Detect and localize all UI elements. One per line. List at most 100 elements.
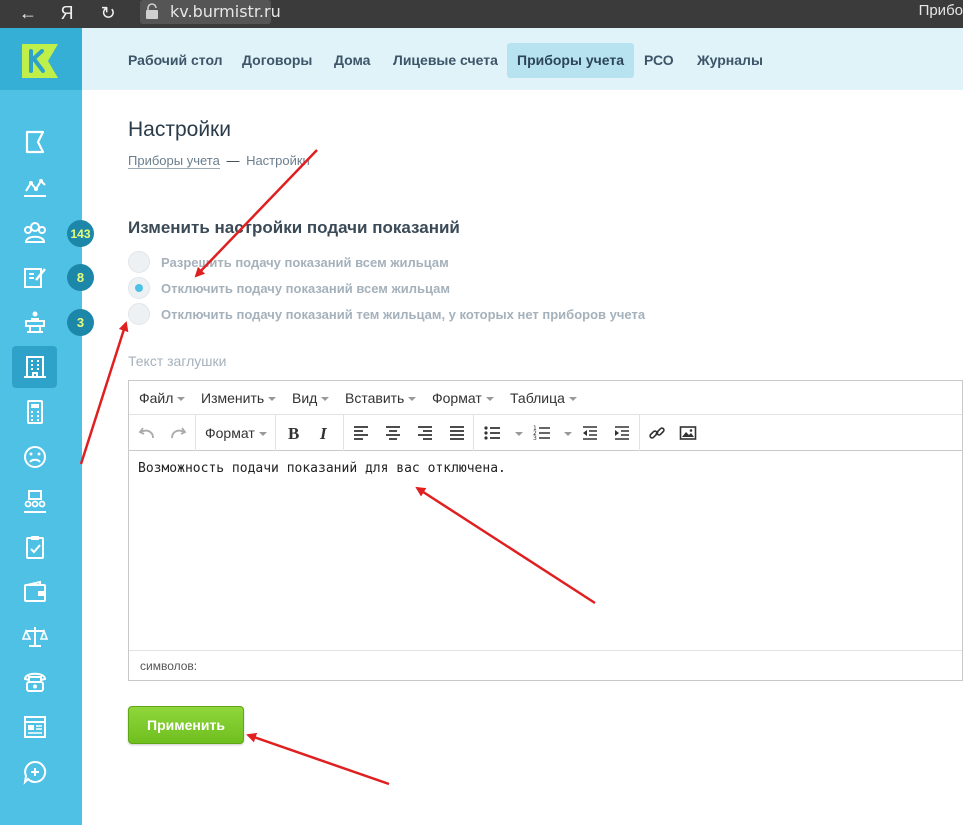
- sidebar-item-site[interactable]: [12, 706, 57, 748]
- sidebar-item-meters[interactable]: [12, 346, 57, 388]
- tab-title: Прибо: [918, 2, 963, 19]
- toolbar-separator: [343, 415, 344, 451]
- menu-insert[interactable]: Вставить: [345, 390, 417, 406]
- sidebar-item-legal[interactable]: [12, 616, 57, 658]
- chart-icon: [23, 179, 46, 197]
- editor-menubar: Файл Изменить Вид Вставить Формат Таблиц…: [129, 381, 962, 415]
- menu-format[interactable]: Формат: [432, 390, 494, 406]
- menu-view[interactable]: Вид: [292, 390, 330, 406]
- sidebar-item-analytics[interactable]: [12, 166, 57, 208]
- podium-icon: [24, 311, 45, 333]
- chevron-down-icon[interactable]: [515, 432, 523, 436]
- menu-file[interactable]: Файл: [139, 390, 186, 406]
- chevron-down-icon: [268, 397, 277, 402]
- format-dropdown[interactable]: Формат: [205, 425, 267, 441]
- reload-icon[interactable]: ↻: [94, 0, 122, 28]
- nav-contracts[interactable]: Договоры: [232, 43, 322, 78]
- numbered-list-icon: 123: [533, 425, 550, 442]
- numbered-list-button[interactable]: 123: [530, 421, 554, 445]
- settings-section-title: Изменить настройки подачи показаний: [128, 218, 460, 237]
- indent-icon: [615, 426, 629, 440]
- building-icon: [23, 356, 46, 378]
- svg-text:I: I: [319, 424, 328, 442]
- yandex-logo-icon[interactable]: Я: [53, 0, 81, 28]
- breadcrumb-separator: —: [226, 153, 240, 168]
- apply-button[interactable]: Применить: [128, 706, 244, 744]
- nav-meters[interactable]: Приборы учета: [507, 43, 634, 78]
- redo-button[interactable]: [166, 421, 190, 445]
- sidebar-item-residents[interactable]: [12, 211, 57, 253]
- sidebar-item-payments[interactable]: [12, 571, 57, 613]
- breadcrumb-current: Настройки: [246, 153, 310, 168]
- rich-text-editor: Файл Изменить Вид Вставить Формат Таблиц…: [128, 380, 963, 681]
- people-icon: [23, 222, 46, 243]
- sidebar: 143 8 3: [0, 28, 94, 825]
- phone-icon: [23, 672, 46, 692]
- option-allow-all[interactable]: Разрешить подачу показаний всем жильцам: [128, 250, 449, 274]
- menu-format-label: Формат: [432, 390, 482, 406]
- align-center-button[interactable]: [381, 421, 405, 445]
- radio-allow-all[interactable]: [128, 251, 150, 273]
- image-icon: [679, 426, 697, 440]
- nav-desktop[interactable]: Рабочий стол: [118, 43, 233, 78]
- sidebar-item-meetings[interactable]: [12, 481, 57, 523]
- sidebar-item-dispatch[interactable]: [12, 661, 57, 703]
- outdent-icon: [583, 426, 597, 440]
- sidebar-item-requests[interactable]: [12, 256, 57, 298]
- sidebar-item-announcements[interactable]: [12, 301, 57, 343]
- italic-button[interactable]: I: [312, 421, 336, 445]
- breadcrumb-link-meters[interactable]: Приборы учета: [128, 153, 220, 169]
- align-justify-icon: [450, 426, 464, 440]
- chat-add-icon: [23, 760, 46, 785]
- menu-edit-label: Изменить: [201, 390, 265, 406]
- address-bar[interactable]: kv.burmistr.ru: [140, 0, 281, 24]
- nav-accounts[interactable]: Лицевые счета: [383, 43, 508, 78]
- bullet-list-button[interactable]: [480, 421, 504, 445]
- editor-statusbar: символов:: [129, 650, 962, 680]
- align-justify-button[interactable]: [445, 421, 469, 445]
- undo-button[interactable]: [135, 421, 159, 445]
- redo-icon: [171, 427, 187, 439]
- option-disable-all[interactable]: Отключить подачу показаний всем жильцам: [128, 276, 450, 300]
- toolbar-separator: [473, 415, 474, 451]
- edit-document-icon: [23, 268, 46, 288]
- chevron-down-icon: [408, 397, 417, 402]
- character-count: символов:: [140, 659, 198, 673]
- sidebar-item-tasks[interactable]: [12, 526, 57, 568]
- menu-edit[interactable]: Изменить: [201, 390, 277, 406]
- option-disable-no-meters[interactable]: Отключить подачу показаний тем жильцам, …: [128, 302, 645, 326]
- bold-button[interactable]: B: [281, 421, 305, 445]
- option-disable-no-meters-label: Отключить подачу показаний тем жильцам, …: [161, 306, 646, 322]
- residents-count-badge: 143: [67, 220, 94, 247]
- align-right-button[interactable]: [413, 421, 437, 445]
- sidebar-item-calculator[interactable]: [12, 391, 57, 433]
- bold-icon: B: [288, 424, 299, 442]
- radio-disable-no-meters[interactable]: [128, 303, 150, 325]
- editor-toolbar: Формат B I 123: [129, 415, 962, 451]
- radio-disable-all[interactable]: [128, 277, 150, 299]
- nav-houses[interactable]: Дома: [324, 43, 380, 78]
- sidebar-item-desktop[interactable]: [12, 121, 57, 163]
- group-chat-icon: [23, 490, 46, 513]
- menu-view-label: Вид: [292, 390, 318, 406]
- sidebar-item-support[interactable]: [12, 751, 57, 793]
- outdent-button[interactable]: [578, 421, 602, 445]
- insert-link-button[interactable]: [645, 421, 669, 445]
- align-left-button[interactable]: [349, 421, 373, 445]
- menu-file-label: Файл: [139, 390, 174, 406]
- nav-rso[interactable]: РСО: [634, 43, 684, 78]
- indent-button[interactable]: [610, 421, 634, 445]
- back-arrow-icon[interactable]: ←: [14, 0, 42, 28]
- insert-image-button[interactable]: [676, 421, 700, 445]
- sidebar-item-complaints[interactable]: [12, 436, 57, 478]
- chevron-down-icon[interactable]: [564, 432, 572, 436]
- menu-table[interactable]: Таблица: [510, 390, 577, 406]
- top-navigation: Рабочий стол Договоры Дома Лицевые счета…: [82, 28, 963, 90]
- editor-content[interactable]: Возможность подачи показаний для вас отк…: [129, 451, 962, 652]
- flag-icon: [25, 130, 44, 154]
- breadcrumb: Приборы учета — Настройки: [128, 153, 310, 169]
- burmistr-logo-icon[interactable]: [20, 42, 60, 80]
- nav-journals[interactable]: Журналы: [687, 43, 773, 78]
- logo-area: [0, 28, 82, 90]
- option-allow-all-label: Разрешить подачу показаний всем жильцам: [161, 254, 449, 270]
